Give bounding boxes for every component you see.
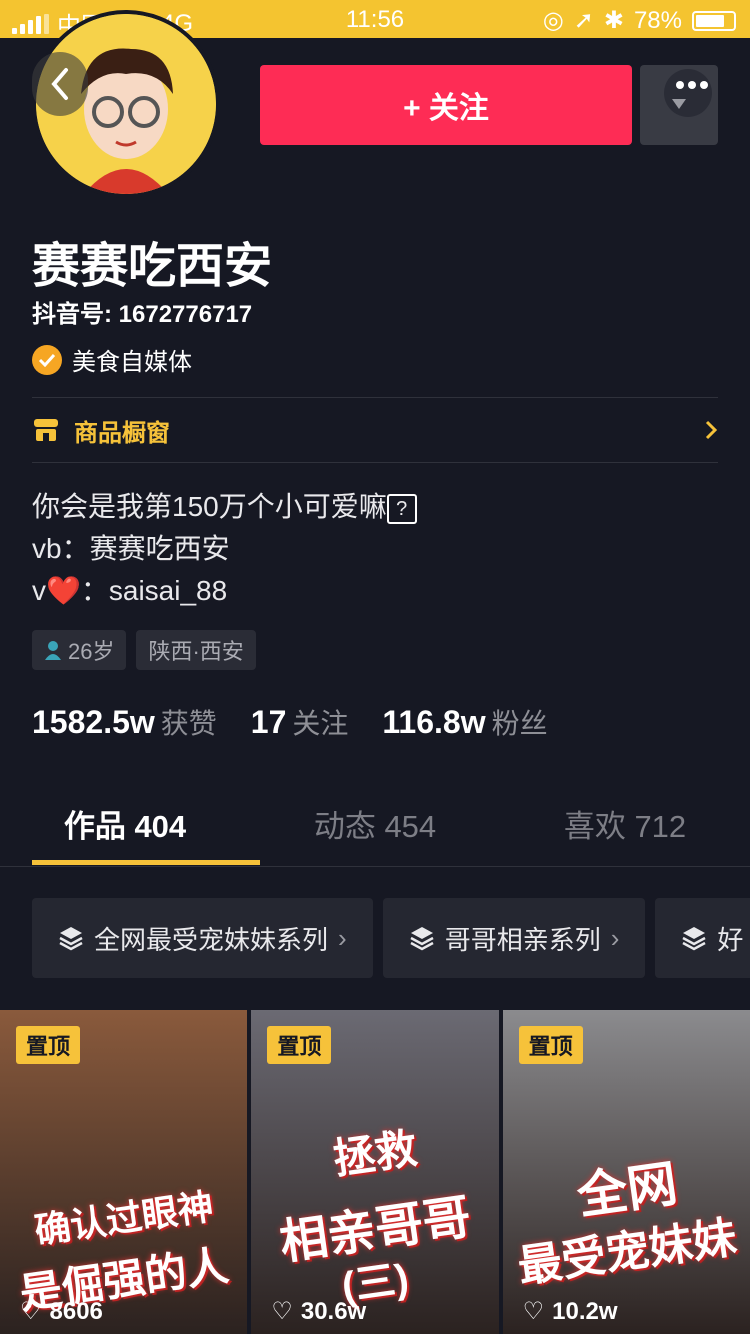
battery-icon xyxy=(692,10,736,31)
profile-stats: 1582.5w 获赞 17 关注 116.8w 粉丝 xyxy=(32,702,548,742)
divider xyxy=(32,462,718,463)
stat-following[interactable]: 17 关注 xyxy=(251,702,349,742)
stat-label: 获赞 xyxy=(160,708,217,739)
tab-works[interactable]: 作品 404 xyxy=(0,790,250,866)
series-collection-row: 全网最受宠妹妹系列 › 哥哥相亲系列 › 好 xyxy=(32,898,750,978)
age-label: 26岁 xyxy=(68,639,115,664)
bio: 你会是我第150万个小可爱嘛? vb：赛赛吃西安 v❤️：saisai_88 xyxy=(32,486,417,612)
question-box-icon: ? xyxy=(386,493,417,524)
stat-label: 关注 xyxy=(292,708,349,739)
more-menu-button[interactable] xyxy=(640,65,718,145)
shop-window-label: 商品橱窗 xyxy=(74,419,170,447)
bio-line: v xyxy=(32,575,46,606)
follow-button[interactable]: + 关注 xyxy=(260,65,632,145)
pinned-badge: 置顶 xyxy=(518,1026,583,1064)
like-count: ♡ 8606 xyxy=(20,1297,103,1326)
tab-likes[interactable]: 喜欢 712 xyxy=(500,790,750,866)
layers-icon xyxy=(59,927,83,951)
stat-likes[interactable]: 1582.5w 获赞 xyxy=(32,702,217,742)
like-count: ♡ 10.2w xyxy=(523,1297,618,1326)
shop-icon xyxy=(34,419,58,441)
active-tab-indicator xyxy=(32,860,260,865)
stat-value: 17 xyxy=(250,704,287,740)
series-label: 哥哥相亲系列 xyxy=(444,924,601,955)
more-dots-icon xyxy=(664,69,712,117)
layers-icon xyxy=(682,927,706,951)
location-label: 陕西·西安 xyxy=(148,639,244,664)
series-label: 全网最受宠妹妹系列 xyxy=(94,924,329,955)
heart-emoji-icon: ❤️ xyxy=(46,575,81,606)
stat-label: 粉丝 xyxy=(491,708,548,739)
series-chip[interactable]: 哥哥相亲系列 › xyxy=(382,898,646,978)
series-chip[interactable]: 好 xyxy=(655,898,750,978)
person-icon xyxy=(45,641,61,660)
age-tag: 26岁 xyxy=(32,630,127,670)
like-count-value: 8606 xyxy=(49,1297,103,1325)
profile-tags: 26岁 陕西·西安 xyxy=(32,630,256,670)
location-tag: 陕西·西安 xyxy=(136,630,256,670)
verified-label: 美食自媒体 xyxy=(72,349,192,376)
heart-outline-icon: ♡ xyxy=(522,1298,545,1325)
bio-line: vb：赛赛吃西安 xyxy=(32,533,230,564)
chevron-right-icon xyxy=(705,420,718,440)
video-thumbnail[interactable]: 置顶 确认过眼神 是倔强的人 ♡ 8606 xyxy=(0,1010,248,1334)
like-count-value: 10.2w xyxy=(552,1297,618,1325)
verified-badge: 美食自媒体 xyxy=(32,342,192,377)
stat-followers[interactable]: 116.8w 粉丝 xyxy=(382,702,547,742)
stat-value: 1582.5w xyxy=(32,704,155,740)
douyin-id: 抖音号: 1672776717 xyxy=(32,301,253,328)
chevron-right-icon: › xyxy=(338,922,347,953)
lock-rotation-icon: ◎ xyxy=(542,7,564,34)
pinned-badge: 置顶 xyxy=(16,1026,81,1064)
profile-name: 赛赛吃西安 xyxy=(32,240,273,293)
back-button[interactable] xyxy=(32,52,88,116)
checkmark-icon xyxy=(32,344,62,375)
series-label: 好 xyxy=(717,924,744,955)
bio-line: 你会是我第150万个小可爱嘛 xyxy=(32,491,387,522)
like-count-value: 30.6w xyxy=(300,1297,367,1325)
video-thumbnail[interactable]: 置顶 全网 最受宠妹妹 ♡ 10.2w xyxy=(502,1010,750,1334)
heart-outline-icon: ♡ xyxy=(271,1298,293,1325)
profile-tabs: 作品 404 动态 454 喜欢 712 xyxy=(0,790,750,867)
video-thumbnail[interactable]: 置顶 拯救 相亲哥哥 (三) ♡ 30.6w xyxy=(251,1010,499,1334)
battery-percent: 78% xyxy=(633,6,682,34)
video-grid: 置顶 确认过眼神 是倔强的人 ♡ 8606 置顶 拯救 相亲哥哥 (三) ♡ 30.… xyxy=(0,1010,750,1334)
pinned-badge: 置顶 xyxy=(267,1026,332,1064)
bio-line: ：saisai_88 xyxy=(80,575,228,606)
shop-window-row[interactable]: 商品橱窗 xyxy=(32,398,718,462)
like-count: ♡ 30.6w xyxy=(271,1297,366,1326)
heart-outline-icon: ♡ xyxy=(20,1298,42,1325)
bluetooth-icon: ✱ xyxy=(603,7,624,34)
location-icon: ➚ xyxy=(573,7,594,34)
stat-value: 116.8w xyxy=(382,704,486,740)
series-chip[interactable]: 全网最受宠妹妹系列 › xyxy=(32,898,373,978)
tab-dynamics[interactable]: 动态 454 xyxy=(250,790,500,866)
layers-icon xyxy=(410,927,434,951)
chevron-right-icon: › xyxy=(610,922,620,953)
chevron-left-icon xyxy=(51,68,68,100)
